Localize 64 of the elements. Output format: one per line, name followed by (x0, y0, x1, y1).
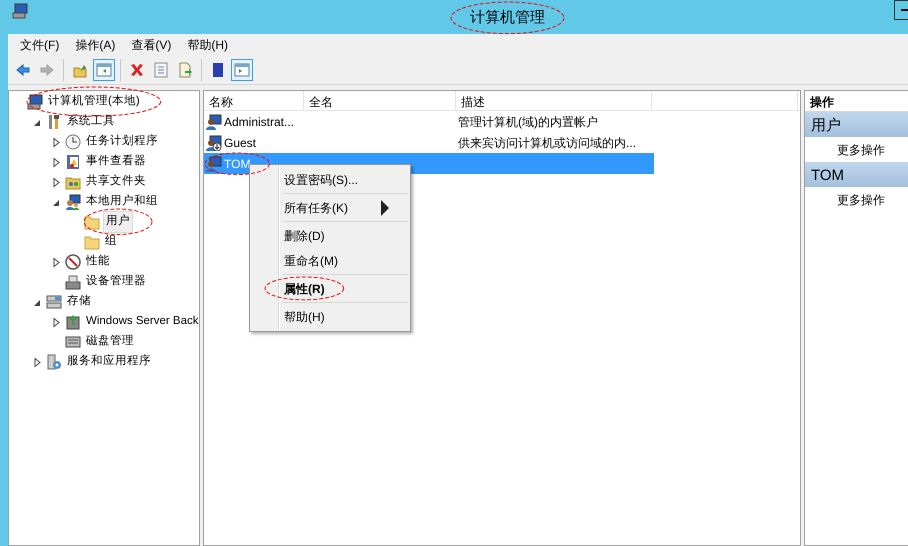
tools-icon (46, 114, 62, 130)
tree-item[interactable]: 性能 (84, 252, 112, 272)
folder-icon (84, 214, 100, 230)
minimize-icon (901, 9, 908, 11)
back-icon (15, 62, 31, 78)
action-group-header[interactable]: 用户 (805, 112, 908, 137)
storage-icon (46, 294, 62, 310)
menu-item[interactable]: 删除(D) (252, 223, 408, 248)
expand-arrow-icon[interactable] (51, 176, 62, 188)
menu-item[interactable]: 属性(R) (252, 276, 408, 301)
user-name: Administrat... (224, 114, 294, 130)
show-tree-button[interactable] (93, 58, 115, 80)
tree-item[interactable]: 任务计划程序 (84, 132, 160, 152)
services-icon (46, 354, 62, 370)
computer-icon (27, 94, 43, 110)
action-group-header[interactable]: TOM (805, 162, 908, 187)
expand-arrow-icon[interactable] (51, 316, 62, 328)
action-link[interactable]: 更多操作 (837, 143, 885, 157)
menu-item[interactable]: 重命名(M) (252, 248, 408, 273)
tree-item[interactable]: 设备管理器 (84, 272, 148, 292)
show-tree-icon (96, 62, 112, 78)
tree-item[interactable]: 本地用户和组 (84, 192, 160, 212)
description: 管理计算机(域)的内置帐户 (458, 114, 598, 128)
properties-icon (153, 62, 169, 78)
tree-item[interactable]: 用户 (103, 211, 133, 233)
user-name: Guest (224, 134, 256, 152)
window-title: 计算机管理 (470, 8, 545, 28)
tree-item[interactable]: 存储 (65, 292, 93, 312)
menu-item[interactable]: 操作(A) (67, 36, 124, 54)
menu-item[interactable]: 所有任务(K) (252, 195, 408, 220)
user-name: TOM (224, 156, 250, 172)
menu-item[interactable]: 文件(F) (12, 36, 68, 54)
folder-icon (84, 234, 100, 250)
export-icon (177, 62, 193, 78)
tree-item[interactable]: 组 (103, 232, 119, 252)
computer-icon (12, 3, 28, 19)
show-actions-button[interactable] (231, 58, 253, 80)
expand-arrow-icon[interactable] (51, 156, 62, 168)
column-header[interactable]: 描述 (456, 91, 652, 110)
show-actions-icon (234, 62, 250, 78)
column-header[interactable]: 全名 (304, 91, 456, 110)
column-header[interactable]: 名称 (204, 91, 304, 110)
tree-item[interactable]: 服务和应用程序 (65, 352, 153, 372)
menu-item[interactable]: 帮助(H) (252, 304, 408, 329)
expand-arrow-icon[interactable] (32, 356, 43, 368)
menu-item[interactable]: 查看(V) (123, 36, 180, 54)
tree-item[interactable]: 磁盘管理 (84, 332, 136, 352)
list-row[interactable]: Administrat... 管理计算机(域)的内置帐户 (204, 111, 654, 132)
device-manager-icon (65, 274, 81, 290)
forward-icon (39, 62, 55, 78)
tree-item[interactable]: 事件查看器 (84, 152, 148, 172)
event-log-icon (65, 154, 81, 170)
expand-arrow-icon[interactable] (51, 136, 62, 148)
tree-item[interactable]: Windows Server Back (84, 312, 199, 332)
clock-icon (65, 134, 81, 150)
users-icon (65, 194, 81, 210)
expand-arrow-icon[interactable] (51, 256, 62, 268)
delete-icon (129, 62, 145, 78)
backup-icon (65, 314, 81, 330)
menu-item[interactable]: 帮助(H) (179, 36, 236, 54)
description: 供来宾访问计算机或访问域的内... (458, 136, 636, 150)
tree-item[interactable]: 共享文件夹 (84, 172, 148, 192)
performance-icon (65, 254, 81, 270)
action-link[interactable]: 更多操作 (837, 193, 885, 207)
